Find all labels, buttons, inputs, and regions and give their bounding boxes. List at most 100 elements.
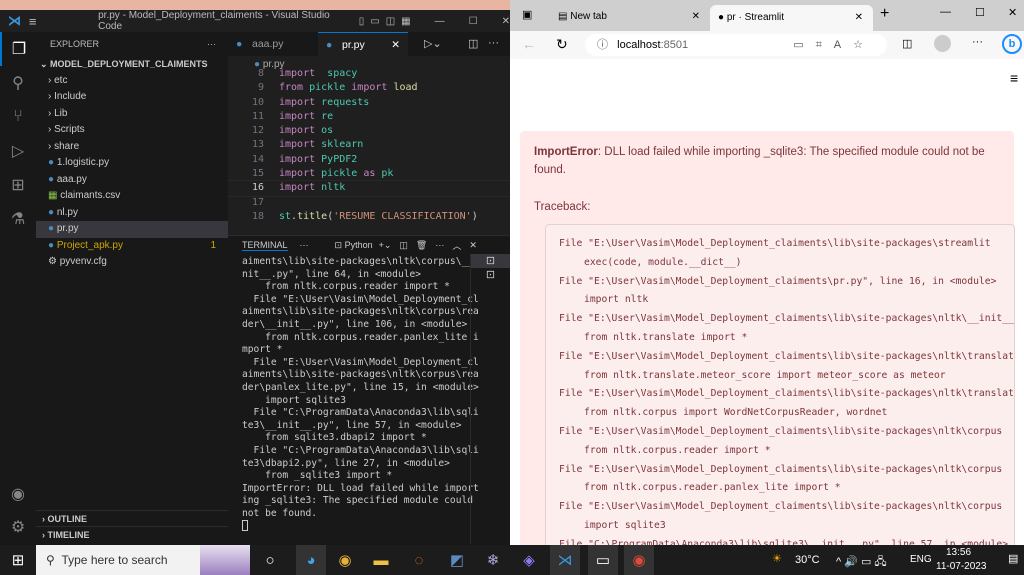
refresh-icon[interactable]: ↻ — [556, 36, 568, 53]
more-menu-icon[interactable]: ··· — [972, 36, 983, 48]
terminal-line: ing _sqlite3: The specified module could — [242, 495, 474, 507]
code-token: pickle — [309, 82, 346, 94]
trash-icon[interactable]: 🗑 — [416, 240, 427, 251]
copilot-icon[interactable]: ◈ — [514, 545, 544, 575]
search-icon[interactable]: ⚲ — [0, 66, 36, 100]
weather-icon[interactable]: ☀ — [772, 552, 782, 565]
maximize-panel-icon[interactable]: ︿ — [452, 239, 461, 252]
account-icon[interactable]: ◉ — [0, 477, 36, 511]
tree-item[interactable]: ● 1.logistic.py — [36, 155, 228, 172]
panel-more-icon[interactable]: ··· — [300, 240, 309, 250]
terminal-line: from sqlite3.dbapi2 import * — [242, 432, 427, 444]
run-python-icon[interactable]: ▷⌄ — [424, 37, 442, 50]
chrome-taskbar-icon[interactable]: ◉ — [330, 545, 360, 575]
more-icon[interactable]: ··· — [207, 32, 216, 56]
terminal-output[interactable]: aiments\lib\site-packages\nltk\corpus\__… — [228, 254, 479, 520]
code-token: as — [363, 168, 376, 180]
tree-item-label: Scripts — [54, 124, 85, 135]
explorer-icon[interactable]: ❐ — [0, 32, 36, 66]
code-editor[interactable]: 8 import spacy 9 from pickle import load 10 i… — [228, 67, 510, 235]
close-panel-icon[interactable]: ✕ — [469, 240, 477, 251]
terminal-more-icon[interactable]: ··· — [435, 240, 444, 250]
code-token: from — [279, 82, 304, 94]
close-button[interactable]: ✕ — [1008, 6, 1017, 19]
notifications-icon[interactable]: ▤ — [1008, 552, 1018, 565]
layout-icons[interactable]: ▯▭◫▦ — [359, 16, 417, 27]
tree-item[interactable]: ▦ claimants.csv — [36, 188, 228, 205]
testing-icon[interactable]: ⚗ — [0, 202, 36, 236]
clock-time[interactable]: 13:56 — [946, 547, 971, 558]
tab-aaa-py[interactable]: ● aaa.py — [228, 32, 318, 56]
profile-avatar[interactable] — [934, 35, 951, 52]
tree-item[interactable]: ● Project_apk.py 1 — [36, 238, 228, 255]
run-debug-icon[interactable]: ▷ — [0, 134, 36, 168]
edge-taskbar-icon[interactable]: ◕ — [296, 545, 326, 575]
split-screen-icon[interactable]: ◫ — [902, 37, 912, 50]
terminal-profile[interactable]: ⊡ Python — [335, 240, 373, 251]
terminal-tab[interactable]: TERMINAL — [242, 240, 288, 251]
shell-terminal-icon[interactable]: ⊡ — [471, 268, 510, 281]
tab-actions-icon[interactable]: ▣ — [522, 8, 532, 21]
taskbar-search[interactable]: ⚲ Type here to search — [36, 545, 250, 575]
windows-start-icon[interactable]: ⊞ — [3, 545, 33, 575]
maximize-button[interactable]: ☐ — [469, 16, 478, 27]
tab-streamlit[interactable]: ● pr · Streamlit ✕ — [710, 5, 873, 31]
chrome-profile-taskbar-icon[interactable]: ◉ — [624, 545, 654, 575]
editor-more-icon[interactable]: ··· — [488, 37, 499, 49]
minimize-button[interactable]: — — [435, 16, 445, 27]
weather-temp[interactable]: 30°C — [795, 554, 820, 566]
settings-gear-icon[interactable]: ⚙ — [0, 510, 36, 544]
problem-badge: 1 — [210, 239, 216, 251]
code-token: import — [279, 68, 316, 79]
new-terminal-icon[interactable]: +⌄ — [379, 240, 392, 251]
split-terminal-icon[interactable]: ◫ — [399, 240, 408, 251]
tab-pr-py[interactable]: ● pr.py ✕ — [318, 32, 408, 56]
tree-item[interactable]: › etc — [36, 73, 228, 90]
clock-date[interactable]: 11-07-2023 — [936, 561, 986, 572]
app-icon[interactable]: ◩ — [442, 545, 472, 575]
address-bar[interactable]: ⓘ localhost:8501 ▭⌗A☆ — [585, 34, 887, 56]
traceback-box: File "E:\User\Vasim\Model_Deployment_cla… — [545, 224, 1015, 554]
terminal-line: der\panlex_lite.py", line 15, in <module… — [242, 381, 479, 393]
language-indicator[interactable]: ENG — [910, 554, 932, 565]
terminal-line: te3\__init__.py", line 57, in <module> — [242, 419, 462, 431]
file-explorer-icon[interactable]: ▬ — [366, 545, 396, 575]
close-button[interactable]: ✕ — [502, 16, 510, 27]
tree-item[interactable]: › share — [36, 139, 228, 156]
tray-icons[interactable]: ^ 🔊 ▭ 🖧 — [836, 553, 887, 572]
terminal-taskbar-icon[interactable]: ▭ — [588, 545, 618, 575]
close-tab-icon[interactable]: ✕ — [391, 33, 400, 57]
code-line: 8 import spacy — [228, 67, 510, 81]
terminal-line: te3\dbapi2.py", line 27, in <module> — [242, 457, 450, 469]
vscode-window: ⋊ ≡ pr.py - Model_Deployment_claiments -… — [0, 10, 510, 555]
outline-section[interactable]: › OUTLINE — [36, 510, 228, 527]
back-icon[interactable]: ← — [522, 36, 536, 52]
bing-icon[interactable]: b — [1002, 34, 1022, 54]
tree-item[interactable]: ● aaa.py — [36, 172, 228, 189]
task-view-icon[interactable]: ○ — [255, 545, 285, 575]
tree-item[interactable]: ● pr.py — [36, 221, 228, 238]
tab-new-tab[interactable]: ▤ New tab ✕ — [550, 6, 710, 28]
source-control-icon[interactable]: ⑂ — [0, 100, 36, 134]
tree-item[interactable]: ● nl.py — [36, 205, 228, 222]
tree-item[interactable]: ⚙ pyvenv.cfg — [36, 254, 228, 271]
split-editor-icon[interactable]: ◫ — [468, 37, 478, 50]
folder-root[interactable]: ⌄ MODEL_DEPLOYMENT_CLAIMENTS — [36, 56, 228, 73]
timeline-section[interactable]: › TIMELINE — [36, 526, 228, 543]
minimize-button[interactable]: — — [940, 6, 951, 18]
jupyter-icon[interactable]: ◌ — [404, 545, 434, 575]
extensions-icon[interactable]: ⊞ — [0, 168, 36, 202]
terminal-line: from _sqlite3 import * — [242, 470, 393, 482]
menu-icon[interactable]: ≡ — [29, 14, 48, 29]
streamlit-menu-icon[interactable]: ≡ — [1010, 70, 1018, 86]
terminal-line: mport * — [242, 344, 283, 356]
python-terminal-icon[interactable]: ⊡ — [471, 254, 510, 268]
new-tab-button[interactable]: + — [880, 5, 889, 23]
tree-item[interactable]: › Lib — [36, 106, 228, 123]
code-token: pickle — [321, 168, 358, 180]
app-icon-2[interactable]: ❄ — [478, 545, 508, 575]
maximize-button[interactable]: ☐ — [975, 6, 985, 19]
tree-item[interactable]: › Include — [36, 89, 228, 106]
tree-item[interactable]: › Scripts — [36, 122, 228, 139]
vscode-taskbar-icon[interactable]: ⋊ — [550, 545, 580, 575]
